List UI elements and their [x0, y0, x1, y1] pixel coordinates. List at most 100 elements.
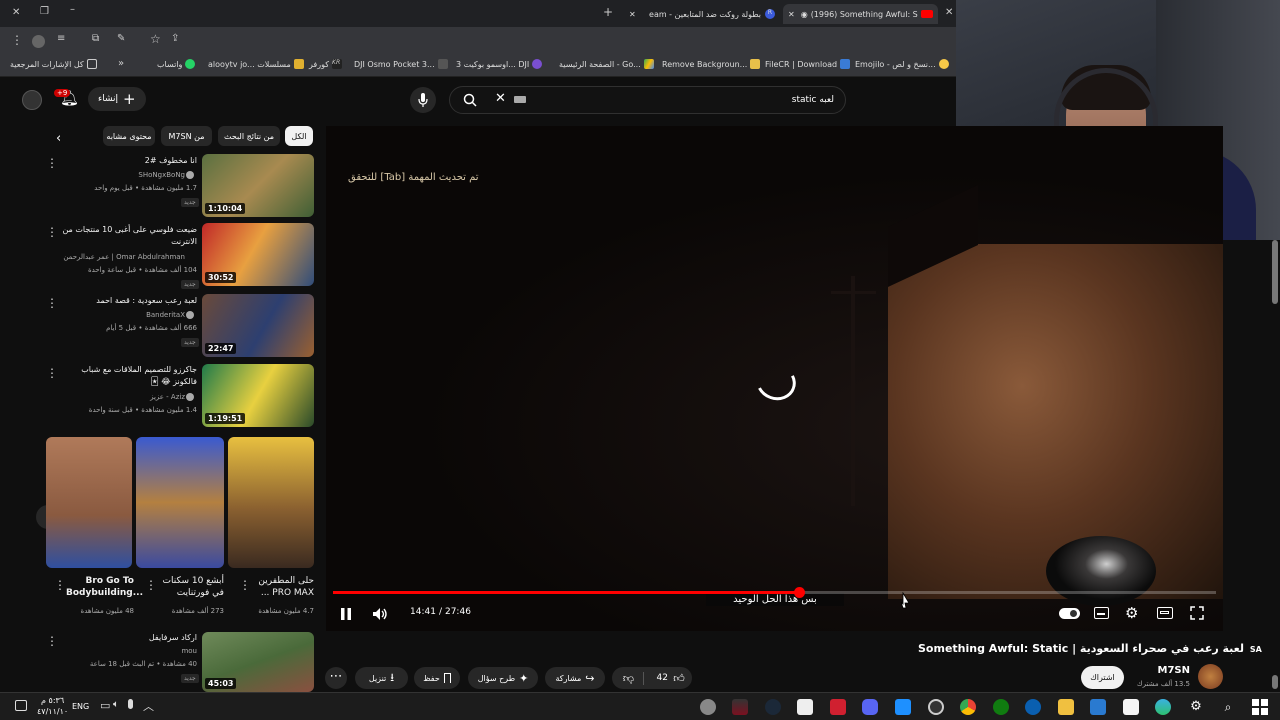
tab-close-icon[interactable]: ✕ [788, 10, 795, 19]
game-icon[interactable] [732, 699, 748, 715]
app-icon[interactable] [700, 699, 716, 715]
vivaldi-icon[interactable] [830, 699, 846, 715]
clear-search-icon[interactable]: ✕ [495, 91, 506, 106]
short-thumbnail[interactable] [46, 437, 132, 568]
ask-button[interactable]: طرح سؤال ✦ [468, 667, 538, 689]
discord-icon[interactable] [862, 699, 878, 715]
close-window-icon[interactable]: ✕ [12, 7, 20, 18]
minimize-window-icon[interactable]: – [70, 4, 75, 15]
search-input[interactable] [534, 90, 834, 110]
video-title[interactable]: جاكرزو للتصميم الملاقات مع شباب فالكونز … [60, 364, 197, 388]
more-options-icon[interactable]: ⋮ [46, 225, 58, 239]
settings-button[interactable]: ⚙︎ [1125, 604, 1138, 622]
short-title[interactable]: Bro Go To Bodybuilding... [66, 575, 143, 599]
dislike-button[interactable]: 👎︎ [614, 671, 644, 685]
video-thumbnail[interactable]: 22:47 [202, 294, 314, 357]
video-title[interactable]: لعبة رعب سعودية : قصة احمد [60, 295, 197, 307]
more-options-icon[interactable]: ⋮ [145, 578, 157, 592]
bookmark-alooytv[interactable]: alooytv jo... مسلسلات [208, 59, 304, 69]
clock[interactable]: ٥:٣٦ م ٤٧/١١/١٠ [37, 695, 68, 717]
store-icon[interactable] [1123, 699, 1139, 715]
avatar[interactable] [22, 90, 42, 110]
chips-prev-icon[interactable]: ‹ [56, 131, 61, 146]
xbox-icon[interactable] [993, 699, 1009, 715]
edge-icon[interactable] [1025, 699, 1041, 715]
bookmark-emojilo[interactable]: Emojilo - نسخ و لص... [855, 59, 949, 69]
tray-overflow-icon[interactable]: ︿ [143, 698, 154, 714]
tab-close-icon[interactable]: ✕ [629, 10, 636, 19]
steam-icon[interactable] [765, 699, 781, 715]
volume-button[interactable] [372, 606, 389, 625]
tab-youtube[interactable]: ✕ ◉ (1996) Something Awful: St [783, 4, 938, 24]
video-thumbnail[interactable]: 1:10:04 [202, 154, 314, 217]
search-icon[interactable]: ⌕ [1220, 699, 1236, 715]
start-button[interactable] [1252, 699, 1268, 715]
bookmark-all[interactable]: كل الإشارات المرجعية [10, 59, 97, 69]
more-options-icon[interactable]: ⋮ [46, 156, 58, 170]
bookmark-whatsapp[interactable]: واتساب [157, 59, 196, 69]
restore-window-icon[interactable]: ❐ [40, 6, 49, 17]
bookmark-dji-1[interactable]: DJI Osmo Pocket 3... [354, 59, 448, 69]
channel-name[interactable]: BanderitaX [60, 311, 185, 319]
more-actions-button[interactable]: ⋯ [325, 667, 347, 689]
save-button[interactable]: حفظ [414, 667, 460, 689]
settings-icon[interactable]: ⚙︎ [1188, 699, 1204, 715]
more-options-icon[interactable]: ⋮ [46, 296, 58, 310]
app-blue-icon[interactable] [895, 699, 911, 715]
more-options-icon[interactable]: ⋮ [54, 578, 66, 592]
more-options-icon[interactable]: ⋮ [239, 578, 251, 592]
channel-name[interactable]: Aziz - عزيز [60, 393, 185, 401]
reading-list-icon[interactable]: ≡ [57, 33, 65, 44]
filter-similar[interactable]: محتوى مشابه [103, 126, 155, 146]
play-pause-button[interactable] [340, 606, 354, 620]
extension-icon[interactable]: ✎ [117, 33, 125, 44]
video-player[interactable]: تم تحديث المهمة [Tab] للتحقق بس هذا الحل… [326, 126, 1223, 631]
video-thumbnail[interactable]: 1:19:51 [202, 364, 314, 427]
page-scrollbar-end[interactable] [1272, 675, 1278, 689]
bookmark-filecr[interactable]: FileCR | Download [765, 59, 851, 69]
menu-kebab-icon[interactable]: ⋮ [11, 33, 23, 47]
share-page-icon[interactable]: ⇪ [171, 33, 179, 44]
like-icon[interactable]: 👍︎ [668, 672, 690, 685]
share-button[interactable]: مشاركة ↪ [545, 667, 605, 689]
short-thumbnail[interactable] [136, 437, 224, 568]
obs-icon[interactable] [928, 699, 944, 715]
more-options-icon[interactable]: ⋮ [46, 634, 58, 648]
new-tab-icon[interactable]: + [603, 5, 613, 19]
theater-mode-button[interactable] [1157, 607, 1173, 619]
edge-beta-icon[interactable] [1155, 699, 1171, 715]
chrome-icon[interactable] [960, 699, 976, 715]
short-title[interactable]: أبشع 10 سكنات في فورتنايت [148, 575, 224, 599]
video-thumbnail[interactable]: 30:52 [202, 223, 314, 286]
filter-search-results[interactable]: من نتائج البحث [218, 126, 280, 146]
more-options-icon[interactable]: ⋮ [46, 366, 58, 380]
profile-avatar[interactable] [32, 35, 45, 48]
voice-search-button[interactable] [410, 87, 436, 113]
tab-rocket[interactable]: ✕ بطولة روكت ضد المتابعين - eam R [625, 4, 775, 24]
media-icon[interactable] [797, 699, 813, 715]
autoplay-toggle[interactable] [1059, 608, 1080, 619]
bookmark-removebg[interactable]: Remove Backgroun... [662, 59, 761, 69]
chevron-double-icon[interactable]: » [118, 58, 124, 69]
search-button[interactable] [450, 87, 490, 113]
page-scrollbar[interactable] [1272, 240, 1278, 304]
filter-from-channel[interactable]: من M7SN [161, 126, 212, 146]
filter-all[interactable]: الكل [285, 126, 313, 146]
notifications-icon[interactable] [15, 700, 27, 711]
network-icon[interactable]: ▭ [100, 699, 110, 712]
extensions-icon[interactable]: ⧉ [92, 33, 99, 44]
captions-button[interactable] [1094, 607, 1109, 619]
bookmark-dji-2[interactable]: اوسمو بوكيت 3... DJI [456, 59, 543, 69]
fullscreen-button[interactable] [1190, 605, 1204, 624]
channel-name[interactable]: Omar Abdulrahman | عمر عبدالرحمن [60, 253, 185, 261]
channel-name[interactable]: SHoNgxBoNg [60, 171, 185, 179]
download-button[interactable]: تنزيل ⭳ [355, 667, 408, 689]
channel-avatar[interactable] [1198, 664, 1223, 689]
video-thumbnail[interactable]: 45:03 [202, 632, 314, 692]
create-button[interactable]: إنشاء + [88, 87, 146, 111]
channel-name[interactable]: mou [60, 647, 197, 655]
subscribe-button[interactable]: اشتراك [1081, 666, 1124, 689]
keyboard-icon[interactable] [514, 96, 526, 103]
file-explorer-icon[interactable] [1058, 699, 1074, 715]
search-box[interactable]: ✕ [449, 86, 846, 114]
